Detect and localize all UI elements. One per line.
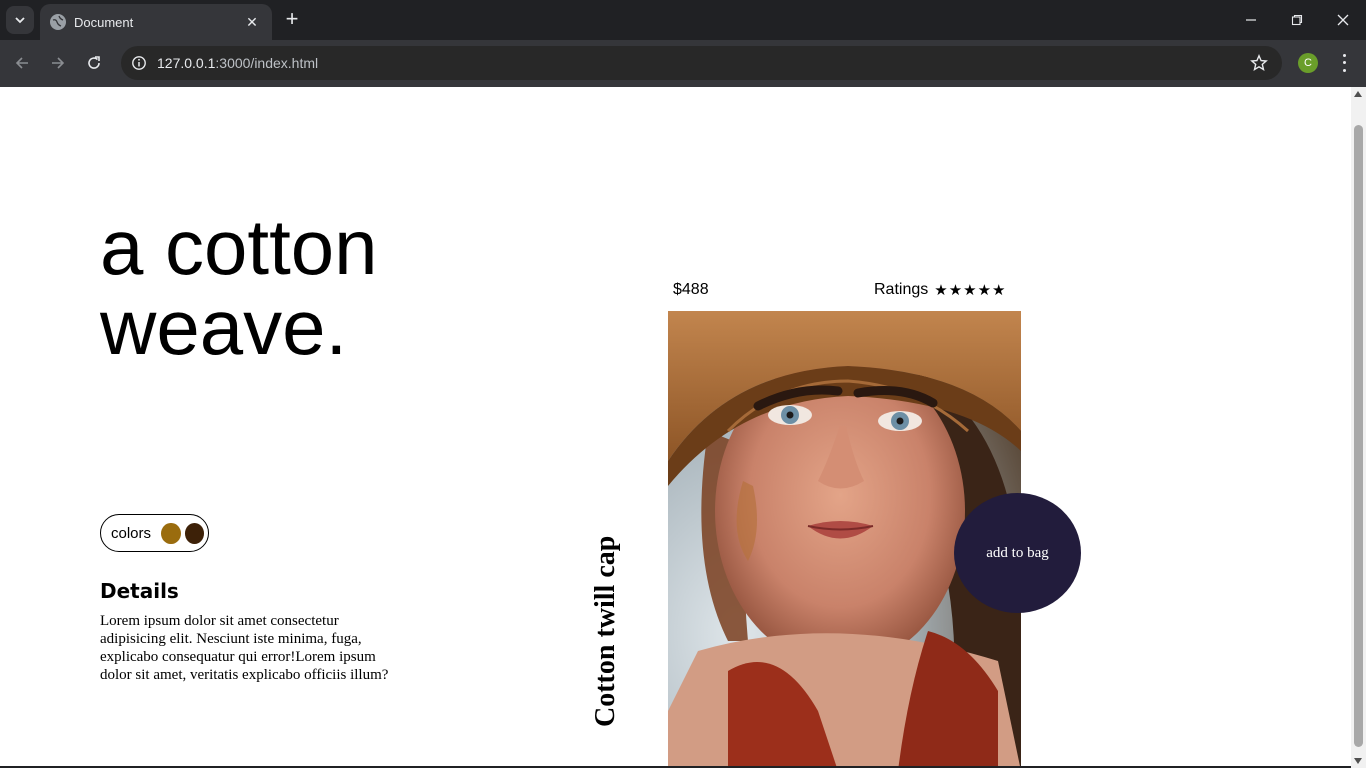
- address-bar[interactable]: 127.0.0.1:3000/index.html: [121, 46, 1282, 80]
- browser-menu-icon[interactable]: [1334, 52, 1354, 74]
- browser-tab[interactable]: Document ✕: [40, 4, 272, 40]
- minimize-button[interactable]: [1228, 6, 1274, 34]
- tab-title: Document: [74, 14, 134, 30]
- color-swatch-gold[interactable]: [161, 522, 181, 544]
- add-to-bag-button[interactable]: add to bag: [954, 493, 1081, 613]
- hero-title-line-2: weave.: [100, 283, 348, 371]
- color-selector: colors: [100, 514, 209, 552]
- forward-button[interactable]: [44, 49, 72, 77]
- reload-button[interactable]: [80, 49, 108, 77]
- arrow-right-icon: [52, 57, 65, 69]
- product-price: $488: [673, 281, 709, 298]
- ratings-label: Ratings: [874, 281, 929, 298]
- tab-search-button[interactable]: [6, 6, 34, 34]
- scrollbar-thumb[interactable]: [1354, 125, 1363, 747]
- bookmark-star-icon[interactable]: [1250, 54, 1268, 72]
- url-text: 127.0.0.1:3000/index.html: [157, 55, 318, 71]
- globe-icon: [50, 14, 66, 30]
- back-button[interactable]: [8, 49, 36, 77]
- hero-title-line-1: a cotton: [100, 203, 378, 291]
- url-path: :3000/index.html: [215, 55, 319, 71]
- product-name: Cotton twill cap: [590, 535, 621, 727]
- close-window-button[interactable]: [1320, 6, 1366, 34]
- profile-avatar[interactable]: C: [1298, 53, 1318, 73]
- restore-icon: [1291, 14, 1303, 26]
- close-tab-icon[interactable]: ✕: [242, 14, 262, 31]
- chevron-down-icon: [15, 17, 25, 24]
- product-ratings: Ratings ★★★★★: [874, 281, 1007, 299]
- arrow-left-icon: [15, 57, 28, 69]
- browser-tab-bar: Document ✕ +: [0, 0, 1366, 40]
- hero-title: a cotton weave.: [100, 207, 378, 367]
- browser-toolbar: 127.0.0.1:3000/index.html C: [0, 40, 1366, 87]
- page-scrollbar[interactable]: [1351, 87, 1366, 768]
- url-host: 127.0.0.1: [157, 55, 216, 71]
- close-icon: [1337, 14, 1349, 26]
- details-heading: Details: [100, 579, 179, 603]
- site-info-icon[interactable]: [123, 55, 155, 71]
- colors-label: colors: [111, 524, 152, 542]
- reload-icon: [88, 56, 100, 69]
- minimize-icon: [1246, 19, 1256, 21]
- restore-button[interactable]: [1274, 6, 1320, 34]
- scroll-down-arrow-icon[interactable]: [1354, 758, 1362, 764]
- new-tab-button[interactable]: +: [280, 8, 304, 32]
- rating-stars: ★★★★★: [934, 281, 1007, 299]
- color-swatch-brown[interactable]: [184, 522, 204, 544]
- details-text: Lorem ipsum dolor sit amet consectetur a…: [100, 613, 389, 683]
- scroll-up-arrow-icon[interactable]: [1354, 91, 1362, 97]
- page-viewport: a cotton weave. colors Details Lorem ips…: [0, 87, 1351, 766]
